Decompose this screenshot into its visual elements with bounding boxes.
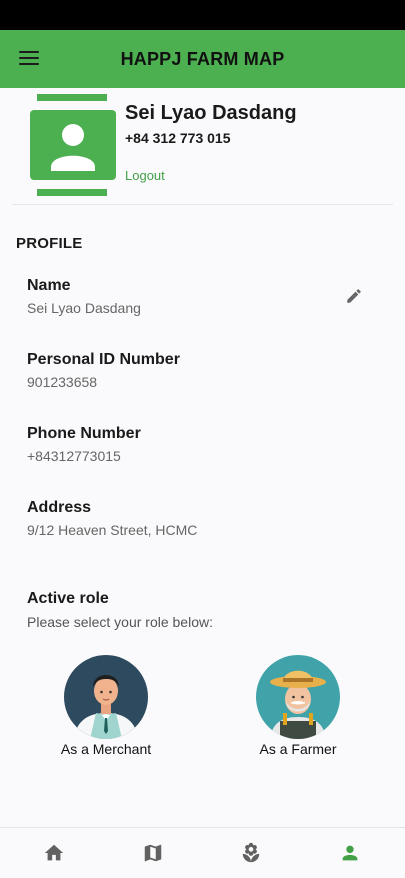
phone-number-value: +84312773015	[27, 448, 121, 464]
phone-number-label: Phone Number	[27, 425, 141, 442]
bottom-navigation	[0, 827, 405, 878]
merchant-role-label: As a Merchant	[60, 741, 152, 757]
flower-icon[interactable]	[240, 842, 262, 864]
logout-link[interactable]: Logout	[125, 168, 165, 183]
user-card: Sei Lyao Dasdang +84 312 773 015 Logout	[0, 88, 405, 204]
address-label: Address	[27, 499, 92, 516]
farmer-role-option[interactable]: As a Farmer	[243, 655, 353, 757]
farmer-avatar-icon	[256, 655, 340, 739]
name-label: Name	[27, 277, 71, 294]
personal-id-label: Personal ID Number	[27, 351, 180, 368]
map-icon[interactable]	[142, 842, 164, 864]
status-bar	[0, 0, 405, 30]
user-name: Sei Lyao Dasdang	[125, 102, 297, 124]
profile-section-title: PROFILE	[16, 235, 83, 252]
contact-card-icon	[30, 94, 116, 196]
divider	[12, 204, 393, 205]
merchant-role-option[interactable]: As a Merchant	[51, 655, 161, 757]
user-phone: +84 312 773 015	[125, 130, 231, 146]
app-bar: HAPPJ FARM MAP	[0, 30, 405, 88]
personal-id-value: 901233658	[27, 374, 98, 390]
app-title: HAPPJ FARM MAP	[120, 48, 285, 69]
menu-icon[interactable]	[19, 51, 39, 67]
active-role-subtitle: Please select your role below:	[27, 614, 213, 630]
name-value: Sei Lyao Dasdang	[27, 300, 141, 316]
address-value: 9/12 Heaven Street, HCMC	[27, 522, 198, 538]
active-role-title: Active role	[27, 590, 109, 607]
edit-pencil-icon[interactable]	[345, 287, 363, 305]
person-icon[interactable]	[339, 842, 361, 864]
home-icon[interactable]	[43, 842, 65, 864]
merchant-avatar-icon	[64, 655, 148, 739]
farmer-role-label: As a Farmer	[259, 741, 337, 757]
